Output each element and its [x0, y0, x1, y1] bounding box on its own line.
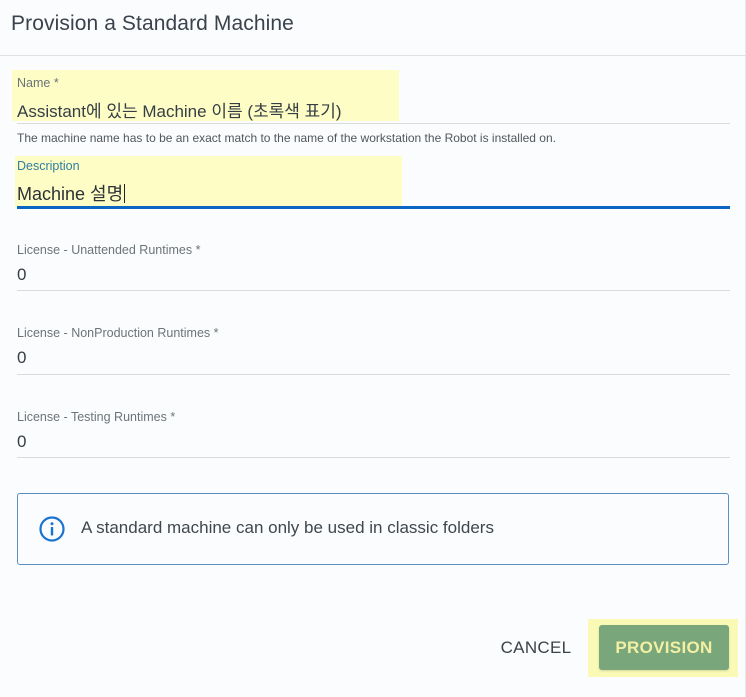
- name-hint: The machine name has to be an exact matc…: [17, 131, 556, 145]
- description-underline-active: [17, 206, 730, 209]
- provision-button[interactable]: PROVISION: [599, 625, 729, 670]
- cancel-button[interactable]: CANCEL: [494, 628, 578, 668]
- description-input[interactable]: Machine 설명: [17, 180, 126, 206]
- description-label: Description: [17, 159, 80, 173]
- unattended-runtimes-label: License - Unattended Runtimes *: [17, 243, 201, 257]
- description-field[interactable]: Description Machine 설명: [17, 156, 730, 210]
- unattended-runtimes-field[interactable]: License - Unattended Runtimes * 0: [17, 241, 730, 291]
- info-text: A standard machine can only be used in c…: [81, 518, 494, 537]
- provision-machine-dialog: Provision a Standard Machine Name * Assi…: [0, 0, 746, 697]
- dialog-header: Provision a Standard Machine: [0, 0, 746, 56]
- nonproduction-runtimes-field[interactable]: License - NonProduction Runtimes * 0: [17, 324, 730, 375]
- nonproduction-runtimes-underline: [17, 374, 730, 375]
- info-icon: [39, 516, 65, 542]
- name-underline: [17, 123, 730, 124]
- testing-runtimes-underline: [17, 457, 730, 458]
- testing-runtimes-label: License - Testing Runtimes *: [17, 410, 176, 424]
- name-label: Name *: [17, 76, 59, 90]
- description-value: Machine 설명: [17, 184, 124, 204]
- nonproduction-runtimes-label: License - NonProduction Runtimes *: [17, 326, 219, 340]
- testing-runtimes-field[interactable]: License - Testing Runtimes * 0: [17, 408, 730, 458]
- text-caret: [124, 184, 126, 203]
- testing-runtimes-input[interactable]: 0: [17, 432, 26, 452]
- dialog-title: Provision a Standard Machine: [11, 12, 294, 35]
- unattended-runtimes-underline: [17, 290, 730, 291]
- unattended-runtimes-input[interactable]: 0: [17, 265, 26, 285]
- name-field[interactable]: Name * Assistant에 있는 Machine 이름 (초록색 표기): [17, 70, 730, 124]
- nonproduction-runtimes-input[interactable]: 0: [17, 348, 26, 368]
- name-input[interactable]: Assistant에 있는 Machine 이름 (초록색 표기): [17, 97, 342, 122]
- info-banner: A standard machine can only be used in c…: [17, 493, 729, 565]
